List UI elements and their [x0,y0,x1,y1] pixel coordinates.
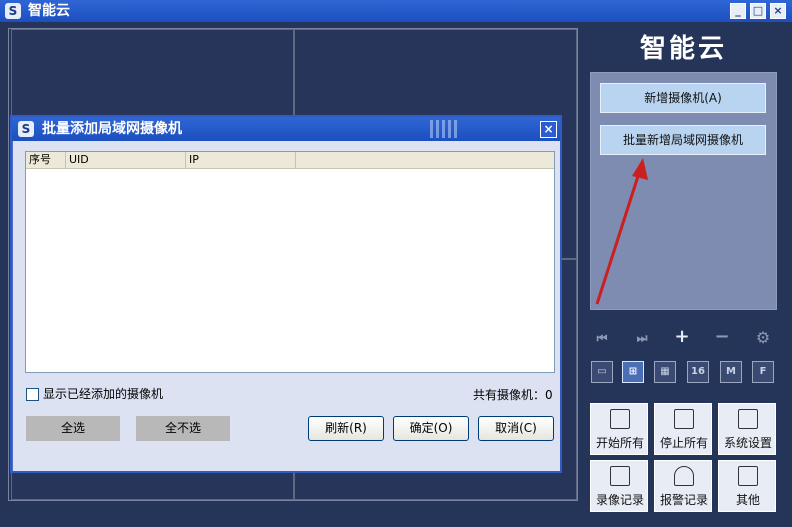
recording-log-button[interactable]: 录像记录 [590,460,648,512]
camera-count: 共有摄像机：0 [473,388,553,402]
camera-list-panel: 新增摄像机(A) 批量新增局域网摄像机 [590,72,777,310]
maximize-button[interactable]: □ [750,3,766,19]
gear-icon[interactable]: ⚙ [753,328,773,348]
fullscreen-icon[interactable]: F [752,361,774,383]
app-logo-icon: S [5,3,21,19]
main-window: S 智能云 _ □ × 智能云 新增摄像机(A) 批量新增局域网摄像机 ⏮ ⏭ … [0,0,792,527]
tools-icon [738,466,758,486]
column-header-index[interactable]: 序号 [26,152,66,168]
layout-1-icon[interactable]: ▭ [591,361,613,383]
layout-4-icon[interactable]: ⊞ [622,361,644,383]
layout-m-icon[interactable]: M [720,361,742,383]
dialog-logo-icon: S [18,121,34,137]
column-header-ip[interactable]: IP [186,152,296,168]
batch-add-dialog: S 批量添加局域网摄像机 × 序号 UID IP 显示已经添加的摄像机 共有摄像… [10,115,562,473]
title-bar[interactable]: S 智能云 _ □ × [0,0,792,22]
start-all-label: 开始所有 [595,436,644,450]
refresh-button[interactable]: 刷新(R) [308,416,384,441]
ok-button[interactable]: 确定(O) [393,416,469,441]
column-header-empty [296,152,554,168]
right-panel: 智能云 新增摄像机(A) 批量新增局域网摄像机 ⏮ ⏭ + − ⚙ ▭ ⊞ ▦ … [580,28,787,520]
alarm-log-button[interactable]: 报警记录 [654,460,712,512]
title-pattern-decoration [430,120,458,138]
minimize-button[interactable]: _ [730,3,746,19]
system-settings-icon [738,409,758,429]
next-page-icon[interactable]: ⏭ [634,328,650,348]
start-all-button[interactable]: 开始所有 [590,403,648,455]
select-none-button[interactable]: 全不选 [136,416,230,441]
first-page-icon[interactable]: ⏮ [594,328,610,348]
camera-list[interactable]: 序号 UID IP [25,151,555,373]
stop-all-label: 停止所有 [659,436,708,450]
stop-all-button[interactable]: 停止所有 [654,403,712,455]
bell-icon [674,466,694,486]
show-added-label[interactable]: 显示已经添加的摄像机 [43,387,163,401]
list-header: 序号 UID IP [26,152,554,169]
batch-add-lan-camera-button[interactable]: 批量新增局域网摄像机 [600,125,766,155]
system-settings-label: 系统设置 [723,436,772,450]
brand-title: 智能云 [639,34,727,64]
alarm-log-label: 报警记录 [659,493,708,507]
other-label: 其他 [735,493,760,507]
remove-icon[interactable]: − [712,327,732,347]
other-button[interactable]: 其他 [718,460,776,512]
start-all-icon [610,409,630,429]
recording-log-label: 录像记录 [595,493,644,507]
dialog-close-button[interactable]: × [540,121,557,138]
show-added-checkbox[interactable] [26,388,39,401]
recording-log-icon [610,466,630,486]
dialog-body: 序号 UID IP 显示已经添加的摄像机 共有摄像机：0 全选 全不选 刷新(R… [12,141,560,471]
column-header-uid[interactable]: UID [66,152,186,168]
layout-16-icon[interactable]: 16 [687,361,709,383]
layout-9-icon[interactable]: ▦ [654,361,676,383]
dialog-title: 批量添加局域网摄像机 [42,121,182,137]
window-title: 智能云 [28,3,70,19]
dialog-title-bar[interactable]: S 批量添加局域网摄像机 × [12,117,560,141]
cancel-button[interactable]: 取消(C) [478,416,554,441]
select-all-button[interactable]: 全选 [26,416,120,441]
close-button[interactable]: × [770,3,786,19]
system-settings-button[interactable]: 系统设置 [718,403,776,455]
stop-all-icon [674,409,694,429]
add-camera-button[interactable]: 新增摄像机(A) [600,83,766,113]
add-icon[interactable]: + [672,327,692,347]
